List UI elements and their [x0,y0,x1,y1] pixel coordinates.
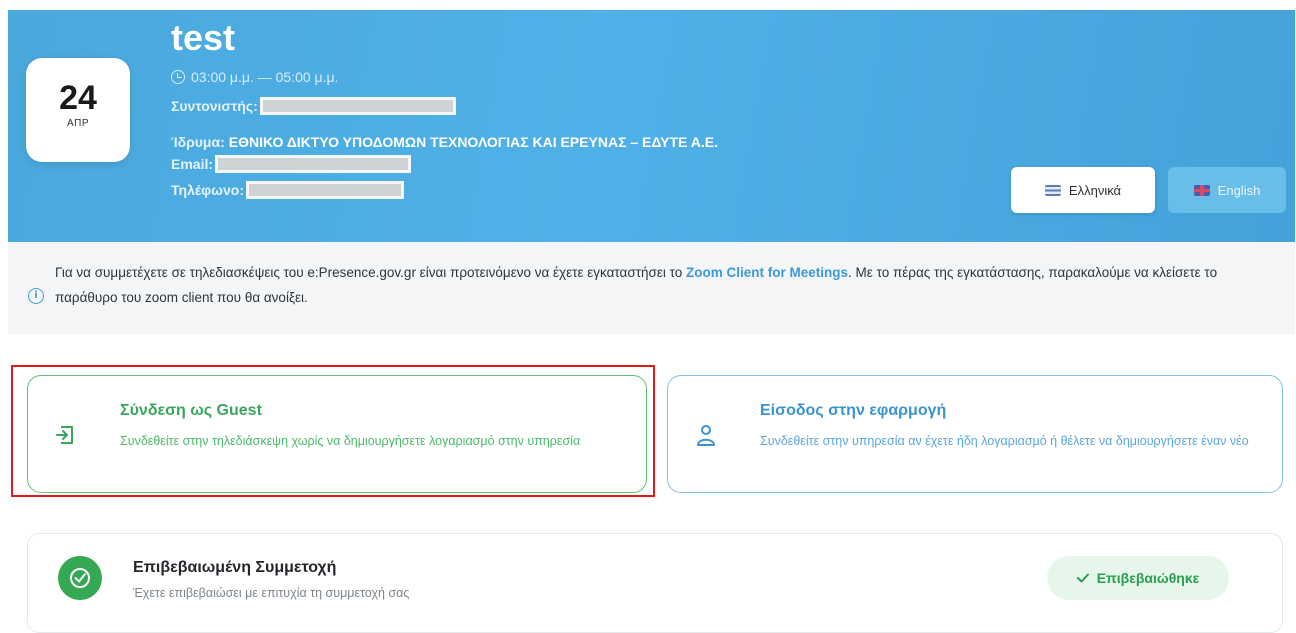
event-time-row: 03:00 μ.μ. — 05:00 μ.μ. [171,69,338,85]
login-card-title: Είσοδος στην εφαρμογή [760,402,947,419]
confirmed-check-icon [58,556,102,600]
date-card: 24 ΑΠΡ [26,58,130,162]
coordinator-label: Συντονιστής: [171,98,258,114]
language-greek-label: Ελληνικά [1068,182,1122,198]
confirmed-badge-label: Επιβεβαιώθηκε [1096,570,1200,586]
phone-label: Τηλέφωνο: [171,182,245,198]
language-english-label: English [1217,182,1261,198]
user-icon [697,425,715,446]
greek-flag-icon [1044,184,1061,196]
language-greek-button[interactable]: Ελληνικά [1011,167,1155,213]
info-banner: i Για να συμμετέχετε σε τηλεδιασκέψεις τ… [8,242,1295,334]
app-login-card[interactable]: Είσοδος στην εφαρμογή Συνδεθείτε στην υπ… [667,375,1283,493]
email-row: Email: [171,155,412,173]
event-header: 24 ΑΠΡ test 03:00 μ.μ. — 05:00 μ.μ. Συντ… [8,10,1295,242]
zoom-client-link[interactable]: Zoom Client for Meetings [686,265,848,280]
email-label: Email: [171,156,214,172]
login-card-description: Συνδεθείτε στην υπηρεσία αν έχετε ήδη λο… [760,434,1249,448]
checkmark-icon [1076,573,1089,583]
confirmation-panel: Επιβεβαιωμένη Συμμετοχή Έχετε επιβεβαιώσ… [27,533,1283,633]
info-text-before: Για να συμμετέχετε σε τηλεδιασκέψεις του… [55,265,687,280]
phone-row: Τηλέφωνο: [171,181,405,199]
institution-row: Ίδρυμα: ΕΘΝΙΚΟ ΔΙΚΤΥΟ ΥΠΟΔΟΜΩΝ ΤΕΧΝΟΛΟΓΙ… [171,133,718,151]
confirmation-subtitle: Έχετε επιβεβαιώσει με επιτυχία τη συμμετ… [133,586,410,600]
info-text: Για να συμμετέχετε σε τηλεδιασκέψεις του… [55,260,1275,310]
clock-icon [171,70,185,84]
coordinator-row: Συντονιστής: [171,97,456,115]
login-door-icon [56,426,73,444]
event-month: ΑΠΡ [66,118,90,129]
guest-login-card[interactable]: Σύνδεση ως Guest Συνδεθείτε στην τηλεδιά… [27,375,647,493]
uk-flag-icon [1193,184,1210,196]
info-icon: i [28,288,44,304]
confirmed-badge: Επιβεβαιώθηκε [1047,556,1229,600]
event-day: 24 [59,79,97,117]
guest-card-title: Σύνδεση ως Guest [120,402,262,419]
institution-value: ΕΘΝΙΚΟ ΔΙΚΤΥΟ ΥΠΟΔΟΜΩΝ ΤΕΧΝΟΛΟΓΙΑΣ ΚΑΙ Ε… [228,134,718,150]
language-english-button[interactable]: English [1168,167,1286,213]
confirmation-title: Επιβεβαιωμένη Συμμετοχή [133,559,337,576]
event-title: test [171,17,236,58]
event-time: 03:00 μ.μ. — 05:00 μ.μ. [191,69,339,85]
coordinator-redacted [259,97,456,115]
institution-label: Ίδρυμα: [171,134,225,150]
email-redacted [215,155,412,173]
phone-redacted [246,181,405,199]
guest-card-description: Συνδεθείτε στην τηλεδιάσκεψη χωρίς να δη… [120,434,581,448]
